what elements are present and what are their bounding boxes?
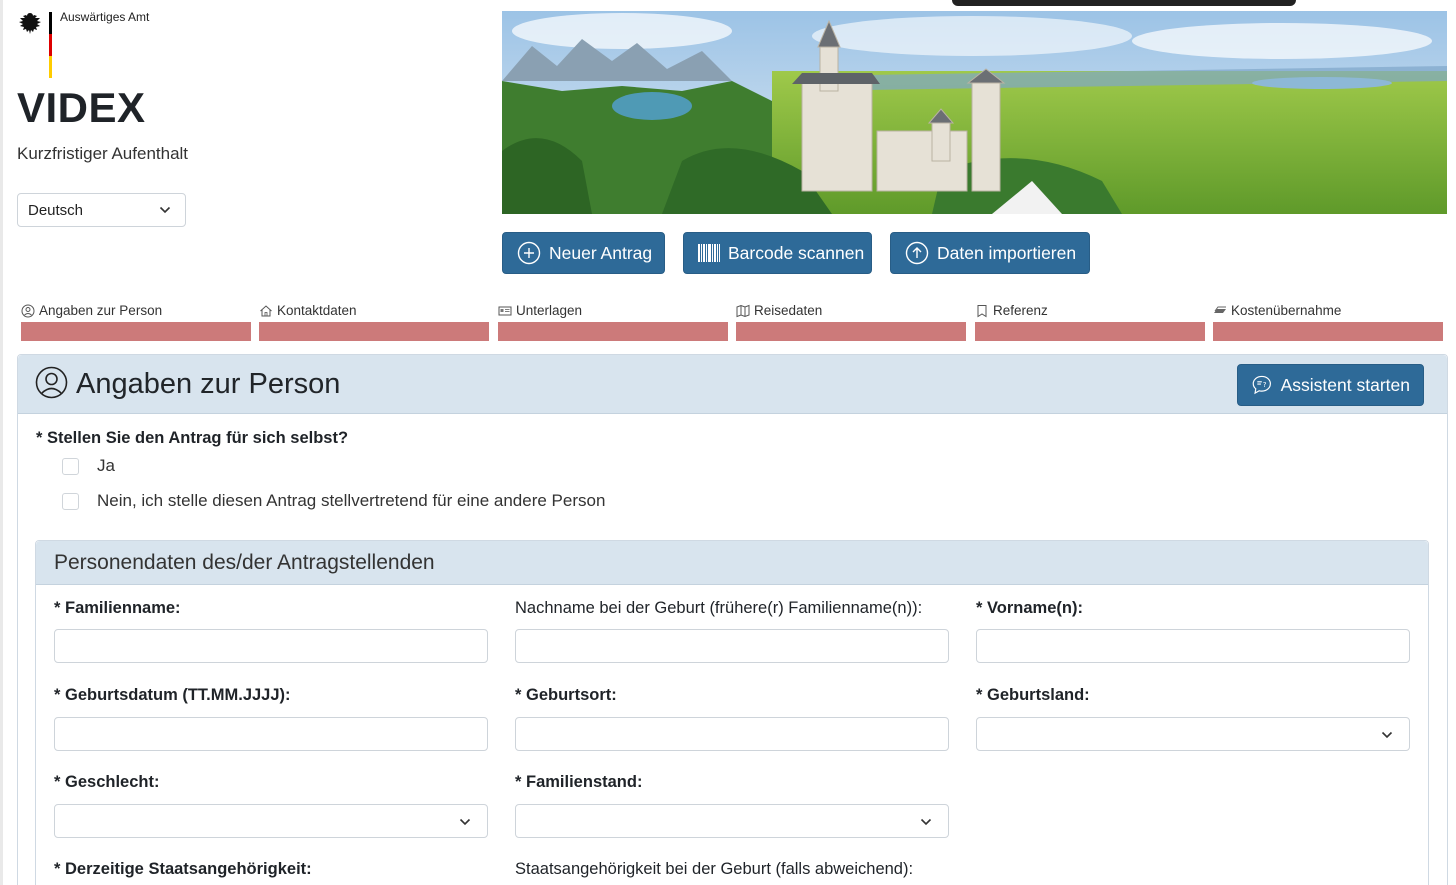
step-progress-bar	[975, 322, 1205, 341]
window-edge	[0, 0, 3, 885]
window-overlay-bar	[952, 0, 1296, 6]
language-select[interactable]: Deutsch	[17, 193, 186, 227]
option-nein[interactable]: Nein, ich stelle diesen Antrag stellvert…	[62, 491, 605, 511]
castle-landscape-banner	[502, 11, 1447, 214]
personal-data-header: Personendaten des/der Antragstellenden	[36, 541, 1428, 585]
import-data-button[interactable]: Daten importieren	[890, 232, 1090, 274]
map-icon	[736, 304, 750, 317]
staatsangehoerigkeit-label: * Derzeitige Staatsangehörigkeit:	[54, 860, 312, 878]
familienname-label: * Familienname:	[54, 599, 181, 617]
step-progress-bar	[498, 322, 728, 341]
geburtsland-select[interactable]	[976, 717, 1410, 751]
geburtsort-label: * Geburtsort:	[515, 686, 617, 704]
new-application-label: Neuer Antrag	[549, 242, 653, 263]
step-progress-bar	[21, 322, 251, 341]
money-icon	[1214, 306, 1226, 313]
brand-logo: Auswärtiges Amt	[17, 8, 157, 80]
upload-circle-icon	[905, 241, 929, 265]
vorname-label: * Vorname(n):	[976, 599, 1083, 617]
geburtsname-input[interactable]	[515, 629, 949, 663]
federal-eagle-icon	[19, 13, 41, 34]
step-kontaktdaten[interactable]: Kontaktdaten	[259, 302, 489, 342]
geburtsdatum-input[interactable]	[54, 717, 488, 751]
person-circle-icon	[35, 366, 68, 399]
step-label: Referenz	[993, 303, 1048, 318]
step-unterlagen[interactable]: Unterlagen	[498, 302, 728, 342]
step-reisedaten[interactable]: Reisedaten	[736, 302, 966, 342]
geschlecht-label: * Geschlecht:	[54, 773, 160, 791]
personal-data-title: Personendaten des/der Antragstellenden	[54, 551, 435, 574]
app-title: VIDEX	[17, 84, 146, 131]
familienstand-select[interactable]	[515, 804, 949, 838]
start-assistant-button[interactable]: ? Assistent starten	[1237, 364, 1424, 406]
import-data-label: Daten importieren	[937, 242, 1077, 263]
step-progress-bar	[1213, 322, 1443, 341]
language-selected-value: Deutsch	[28, 202, 84, 219]
geburtsdatum-label: * Geburtsdatum (TT.MM.JJJJ):	[54, 686, 291, 704]
familienstand-label: * Familienstand:	[515, 773, 643, 791]
step-progress-bar	[736, 322, 966, 341]
scan-barcode-label: Barcode scannen	[728, 242, 865, 263]
step-label: Kostenübernahme	[1231, 303, 1342, 318]
chevron-down-icon	[920, 818, 932, 826]
app-subtitle: Kurzfristiger Aufenthalt	[17, 144, 189, 163]
document-card-icon	[498, 306, 512, 315]
option-ja-label: Ja	[97, 456, 115, 475]
new-application-button[interactable]: Neuer Antrag	[502, 232, 665, 274]
start-assistant-label: Assistent starten	[1280, 374, 1410, 395]
german-flag-stripe	[49, 12, 52, 78]
step-angaben-zur-person[interactable]: Angaben zur Person	[21, 302, 251, 342]
section-card-angaben-zur-person: Angaben zur Person ? Assistent starten *…	[17, 354, 1448, 885]
section-title: Angaben zur Person	[76, 368, 341, 400]
banner-illustration	[502, 11, 1447, 214]
geburtsname-label: Nachname bei der Geburt (frühere(r) Fami…	[515, 599, 923, 617]
step-referenz[interactable]: Referenz	[975, 302, 1205, 342]
step-label: Angaben zur Person	[39, 303, 163, 318]
brand-name: Auswärtiges Amt	[60, 10, 150, 24]
option-ja-checkbox[interactable]	[62, 457, 79, 475]
step-label: Reisedaten	[754, 303, 823, 318]
option-nein-label: Nein, ich stelle diesen Antrag stellvert…	[97, 491, 606, 510]
geschlecht-select[interactable]	[54, 804, 488, 838]
option-nein-checkbox[interactable]	[62, 492, 79, 510]
step-label: Unterlagen	[516, 303, 583, 318]
option-ja[interactable]: Ja	[62, 456, 115, 476]
barcode-icon	[698, 244, 720, 262]
geburtsland-label: * Geburtsland:	[976, 686, 1090, 704]
person-circle-icon	[21, 304, 35, 317]
step-progress-bar	[259, 322, 489, 341]
vorname-input[interactable]	[976, 629, 1410, 663]
self-application-question: * Stellen Sie den Antrag für sich selbst…	[36, 429, 349, 447]
chevron-down-icon	[159, 206, 171, 214]
familienname-input[interactable]	[54, 629, 488, 663]
bookmark-icon	[977, 304, 987, 317]
chevron-down-icon	[1381, 731, 1393, 739]
svg-text:?: ?	[1263, 380, 1267, 389]
geburtsort-input[interactable]	[515, 717, 949, 751]
section-header: Angaben zur Person ? Assistent starten	[18, 355, 1447, 414]
staatsangehoerigkeit-geburt-label: Staatsangehörigkeit bei der Geburt (fall…	[515, 860, 914, 878]
progress-steps: Angaben zur Person Kontaktdaten Unterlag…	[21, 302, 1444, 342]
plus-circle-icon	[517, 241, 541, 265]
scan-barcode-button[interactable]: Barcode scannen	[683, 232, 872, 274]
chevron-down-icon	[459, 818, 471, 826]
chat-question-icon: ?	[1252, 375, 1271, 395]
step-label: Kontaktdaten	[277, 303, 357, 318]
house-icon	[260, 304, 272, 316]
step-kostenuebernahme[interactable]: Kostenübernahme	[1213, 302, 1443, 342]
personal-data-card: Personendaten des/der Antragstellenden *…	[35, 540, 1429, 885]
